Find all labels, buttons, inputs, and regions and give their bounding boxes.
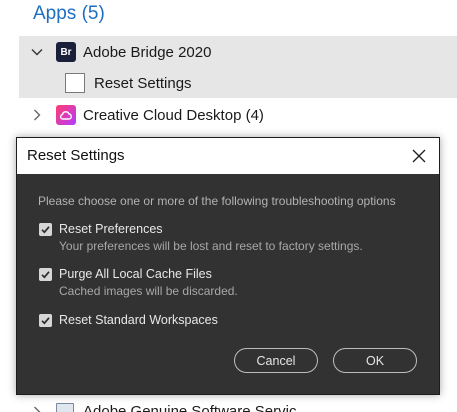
list-item-adobe-bridge[interactable]: Br Adobe Bridge 2020 (19, 36, 457, 68)
checkbox-checked-icon[interactable] (39, 314, 52, 327)
list-item-creative-cloud[interactable]: Creative Cloud Desktop (4) (19, 99, 457, 131)
list-item-genuine-service[interactable]: Adobe Genuine Software Servic (19, 396, 457, 412)
genuine-service-icon (56, 403, 74, 412)
close-icon[interactable] (407, 144, 431, 168)
dialog-title: Reset Settings (27, 147, 125, 164)
bridge-app-icon: Br (56, 42, 76, 62)
option-label: Reset Standard Workspaces (59, 313, 218, 327)
chevron-down-icon[interactable] (31, 46, 43, 58)
option-description: Your preferences will be lost and reset … (59, 239, 363, 253)
reset-settings-checkbox-icon[interactable] (65, 73, 85, 93)
option-label: Reset Preferences (59, 222, 163, 236)
apps-header: Apps (5) (33, 3, 105, 24)
option-description: Cached images will be discarded. (59, 284, 238, 298)
genuine-service-label: Adobe Genuine Software Servic (83, 402, 297, 412)
chevron-right-icon[interactable] (31, 109, 43, 121)
cancel-button[interactable]: Cancel (234, 348, 318, 373)
bridge-label: Adobe Bridge 2020 (83, 43, 212, 61)
checkbox-checked-icon[interactable] (39, 223, 52, 236)
creative-cloud-icon (56, 105, 76, 125)
dialog-instructions: Please choose one or more of the followi… (38, 194, 396, 208)
dialog-body: Please choose one or more of the followi… (17, 174, 439, 394)
reset-settings-dialog: Reset Settings Please choose one or more… (16, 137, 440, 395)
dialog-titlebar: Reset Settings (17, 138, 439, 174)
ok-button[interactable]: OK (333, 348, 417, 373)
reset-settings-label: Reset Settings (94, 74, 192, 92)
chevron-right-icon[interactable] (31, 406, 43, 412)
option-label: Purge All Local Cache Files (59, 267, 212, 281)
creative-cloud-label: Creative Cloud Desktop (4) (83, 106, 264, 124)
checkbox-checked-icon[interactable] (39, 268, 52, 281)
list-item-reset-settings[interactable]: Reset Settings (19, 68, 457, 98)
